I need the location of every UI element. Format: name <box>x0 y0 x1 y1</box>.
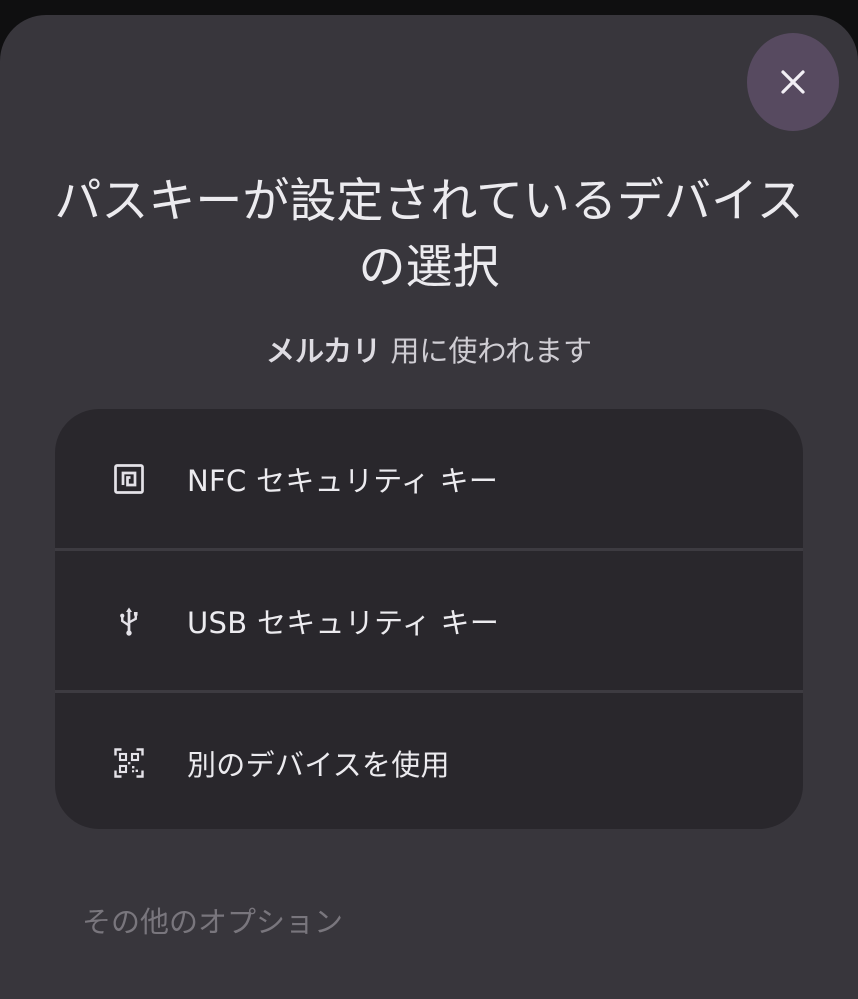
more-options-link[interactable]: その他のオプション <box>82 899 343 941</box>
option-use-another-device[interactable]: 別のデバイスを使用 <box>55 693 803 829</box>
dialog-subtitle: メルカリ 用に使われます <box>0 331 858 371</box>
qr-code-icon <box>109 743 149 783</box>
option-nfc-security-key[interactable]: NFC セキュリティ キー <box>55 409 803 548</box>
passkey-bottom-sheet: パスキーが設定されているデバイスの選択 メルカリ 用に使われます NFC セキュ… <box>0 15 858 999</box>
close-button[interactable] <box>747 33 839 131</box>
close-icon <box>781 70 805 94</box>
device-options-list: NFC セキュリティ キー USB セキュリティ キー 別のデバイスを使用 <box>55 409 803 829</box>
app-name: メルカリ <box>266 334 382 368</box>
option-label: USB セキュリティ キー <box>187 605 500 640</box>
option-label: NFC セキュリティ キー <box>187 463 499 498</box>
dialog-title: パスキーが設定されているデバイスの選択 <box>54 174 804 295</box>
option-usb-security-key[interactable]: USB セキュリティ キー <box>55 551 803 690</box>
nfc-icon <box>109 459 149 499</box>
usb-icon <box>109 601 149 641</box>
subtitle-suffix: 用に使われます <box>381 334 592 368</box>
option-label: 別のデバイスを使用 <box>187 747 450 782</box>
